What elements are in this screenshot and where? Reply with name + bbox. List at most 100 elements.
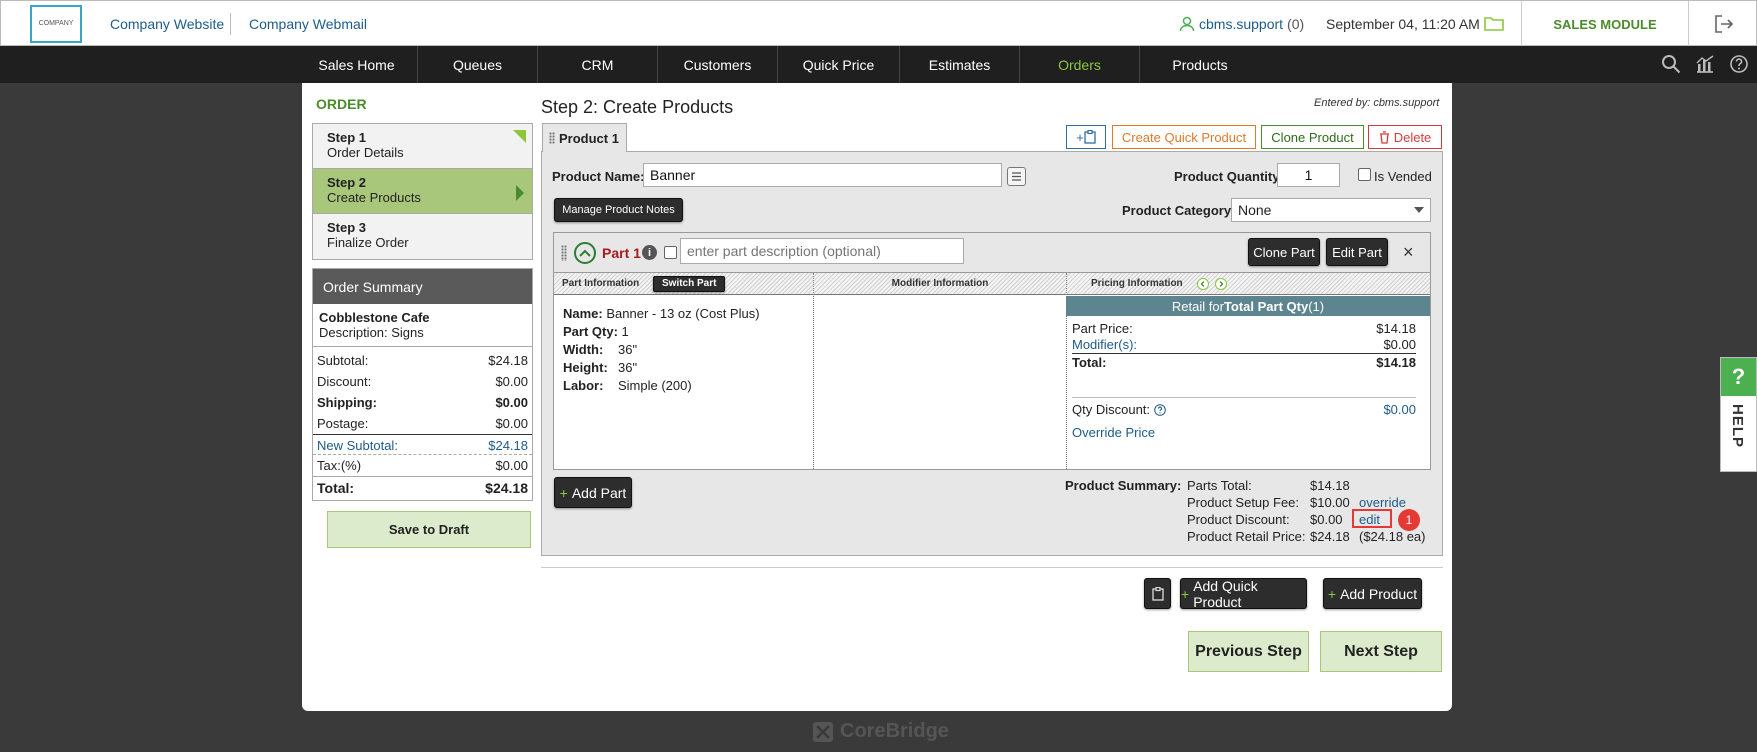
create-quick-product-button[interactable]: Create Quick Product: [1112, 125, 1256, 149]
nav-customers[interactable]: Customers: [658, 46, 778, 83]
nav-quick-price[interactable]: Quick Price: [778, 46, 900, 83]
part-select-checkbox[interactable]: [664, 246, 677, 259]
analytics-icon[interactable]: [1695, 54, 1715, 74]
pricing-divider: [1072, 397, 1416, 398]
help-icon[interactable]: [1729, 54, 1749, 74]
company-webmail-link[interactable]: Company Webmail: [249, 16, 367, 32]
nav-products[interactable]: Products: [1140, 46, 1260, 83]
previous-step-button[interactable]: Previous Step: [1188, 631, 1309, 672]
active-step-arrow-icon: [516, 185, 524, 201]
add-quick-product-button[interactable]: + Add Quick Product: [1180, 578, 1307, 610]
collapse-chevron-up-icon[interactable]: [574, 242, 596, 264]
close-part-icon[interactable]: ×: [1403, 242, 1414, 263]
summary-tax: Tax:(%) $0.00: [313, 455, 532, 476]
summary-label: Discount:: [317, 374, 372, 389]
override-setup-fee-link[interactable]: override: [1359, 495, 1406, 510]
product-category-label: Product Category:: [1122, 203, 1236, 218]
clipboard-icon: [1151, 586, 1164, 601]
help-tab[interactable]: ? HELP: [1720, 357, 1757, 472]
add-from-clipboard-button[interactable]: +: [1066, 125, 1106, 149]
info-key: Width:: [563, 342, 604, 357]
part-description-input[interactable]: [680, 238, 964, 264]
product-category-select[interactable]: None: [1231, 198, 1431, 222]
step-order-details[interactable]: Step 1 Order Details: [313, 124, 532, 169]
prev-arrow-icon[interactable]: [1196, 277, 1209, 290]
logout-icon[interactable]: [1713, 13, 1735, 35]
clone-product-button[interactable]: Clone Product: [1261, 125, 1364, 149]
add-part-button[interactable]: + Add Part: [554, 477, 632, 508]
tab-product-1[interactable]: Product 1: [542, 123, 627, 152]
help-label: HELP: [1729, 404, 1746, 449]
col-head-modifier: Modifier Information: [814, 273, 1066, 295]
step-create-products[interactable]: Step 2 Create Products: [313, 169, 532, 214]
manage-product-notes-button[interactable]: Manage Product Notes: [554, 198, 683, 222]
is-vended-checkbox[interactable]: [1358, 168, 1371, 181]
company-logo[interactable]: COMPANY: [30, 5, 82, 43]
nav-crm[interactable]: CRM: [538, 46, 658, 83]
summary-label: New Subtotal:: [317, 438, 398, 453]
parts-total-label: Parts Total:: [1187, 478, 1252, 493]
price-label: Total:: [1072, 355, 1107, 370]
chevron-down-icon: [1414, 207, 1424, 213]
add-product-button[interactable]: + Add Product: [1323, 578, 1422, 609]
info-icon[interactable]: i: [642, 245, 657, 260]
user-menu[interactable]: cbms.support (0): [1179, 16, 1304, 32]
step-label: Order Details: [327, 145, 404, 160]
info-value: 1: [621, 324, 629, 339]
switch-part-button[interactable]: Switch Part: [653, 275, 726, 292]
user-count: (0): [1287, 16, 1305, 32]
part-drag-handle-icon[interactable]: [561, 245, 567, 261]
product-list-icon[interactable]: [1007, 167, 1026, 186]
summary-label: Total:: [317, 480, 355, 496]
plus-icon: +: [1327, 585, 1337, 602]
steps-list: Step 1 Order Details Step 2 Create Produ…: [312, 123, 533, 260]
current-datetime: September 04, 11:20 AM: [1326, 16, 1480, 32]
next-arrow-icon[interactable]: [1214, 277, 1227, 290]
tab-label: Product 1: [559, 130, 619, 146]
drag-handle-icon[interactable]: [549, 132, 555, 144]
product-name-input[interactable]: [643, 163, 1002, 187]
col-pricing-label: Pricing Information: [1091, 278, 1183, 289]
col-head-pricing: Pricing Information: [1067, 273, 1430, 295]
highlight-box: [1352, 509, 1392, 528]
add-icon-label: +: [1076, 129, 1084, 145]
info-value: Simple (200): [618, 378, 692, 393]
clone-part-button[interactable]: Clone Part: [1248, 238, 1320, 266]
edit-part-button[interactable]: Edit Part: [1326, 238, 1388, 266]
delete-product-button[interactable]: Delete: [1368, 125, 1442, 149]
clipboard-button[interactable]: [1144, 578, 1171, 609]
summary-shipping: Shipping: $0.00: [313, 392, 532, 413]
entered-by: Entered by: cbms.support: [1314, 97, 1440, 109]
summary-new-subtotal[interactable]: New Subtotal: $24.18: [313, 434, 532, 455]
corebridge-logo-icon: [813, 721, 833, 742]
step-label: Create Products: [327, 190, 421, 205]
nav-orders[interactable]: Orders: [1020, 46, 1140, 83]
nav-sales-home[interactable]: Sales Home: [296, 46, 418, 83]
section-divider: [541, 567, 1443, 568]
summary-value: $24.18: [488, 438, 528, 453]
qty-discount-label: Qty Discount:: [1072, 402, 1151, 417]
product-quantity-input[interactable]: [1277, 163, 1340, 187]
product-summary-label: Product Summary:: [1065, 478, 1182, 493]
order-summary: Order Summary Cobblestone Cafe Descripti…: [312, 268, 533, 501]
pricing-header: Retail for Total Part Qty (1): [1066, 296, 1430, 316]
chevron-up-icon: [579, 249, 591, 257]
folder-icon[interactable]: [1484, 15, 1504, 31]
summary-subtotal: Subtotal: $24.18: [313, 350, 532, 371]
save-to-draft-button[interactable]: Save to Draft: [327, 511, 531, 548]
question-mark-icon: ?: [1721, 358, 1756, 396]
step-finalize-order[interactable]: Step 3 Finalize Order: [313, 214, 532, 259]
sales-module-button[interactable]: SALES MODULE: [1521, 1, 1689, 47]
company-website-link[interactable]: Company Website: [110, 16, 224, 32]
override-price-link[interactable]: Override Price: [1072, 425, 1155, 440]
modifiers-link[interactable]: Modifier(s):: [1072, 337, 1137, 352]
product-quantity-label: Product Quantity:: [1174, 169, 1284, 184]
nav-queues[interactable]: Queues: [418, 46, 538, 83]
add-part-label: Add Part: [571, 484, 627, 501]
next-step-button[interactable]: Next Step: [1320, 631, 1442, 672]
search-icon[interactable]: [1661, 54, 1681, 74]
nav-estimates[interactable]: Estimates: [900, 46, 1020, 83]
summary-value: $24.18: [485, 480, 528, 496]
step-label: Finalize Order: [327, 235, 409, 250]
question-icon[interactable]: [1154, 403, 1166, 416]
